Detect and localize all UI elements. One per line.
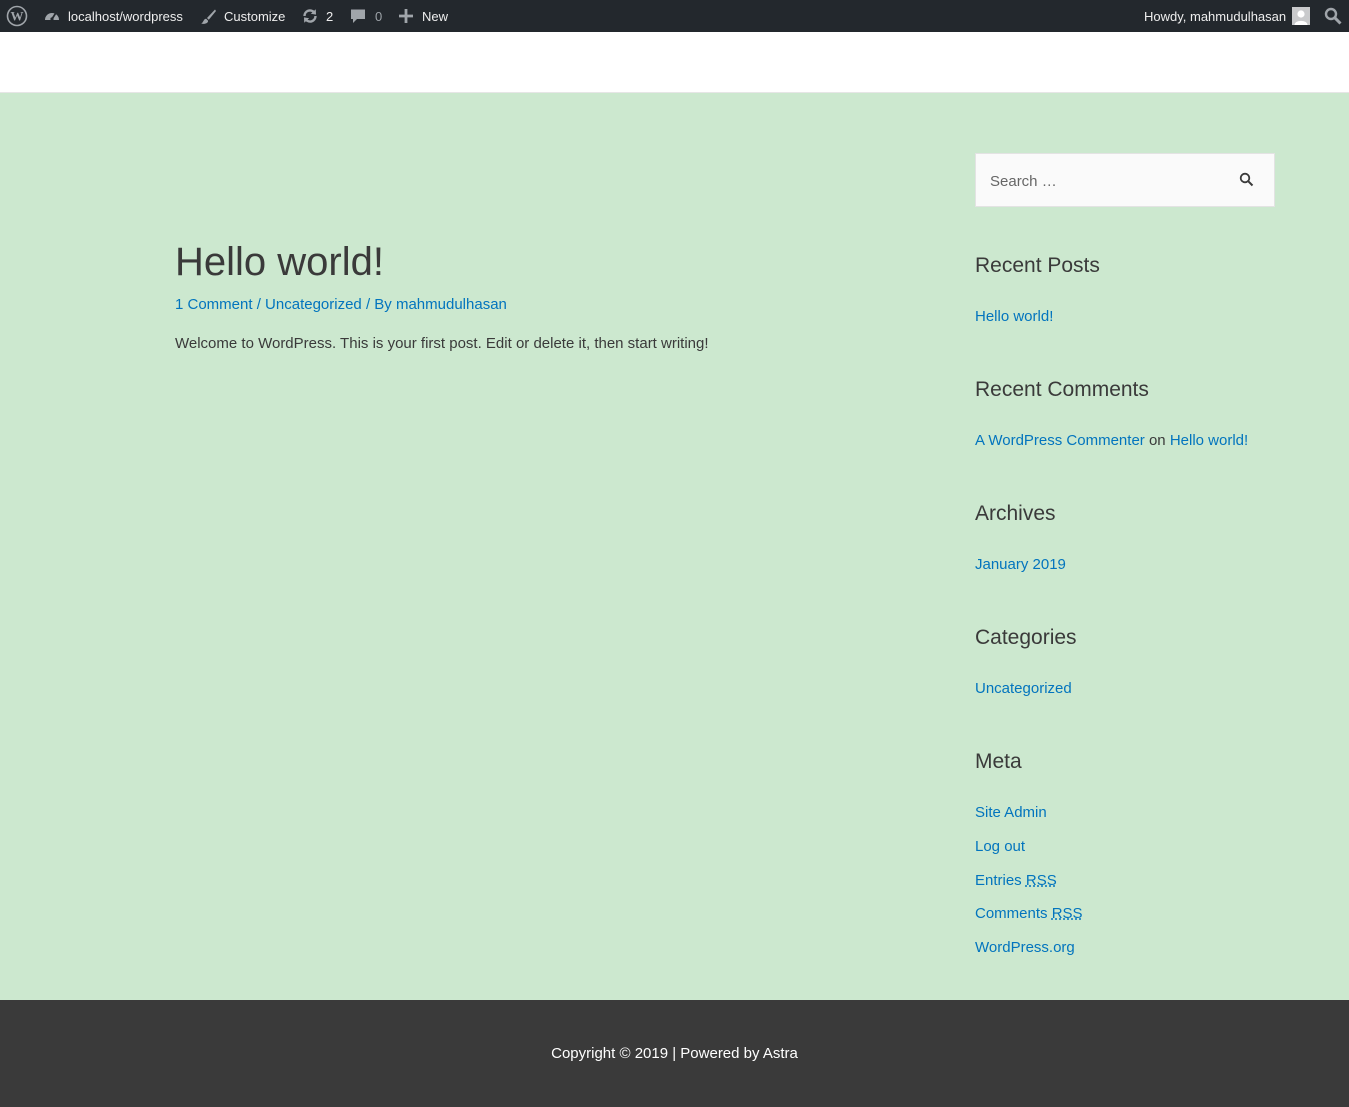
comment-author-link[interactable]: A WordPress Commenter [975, 432, 1145, 449]
categories-title: Categories [975, 626, 1077, 649]
entries-rss-label: Entries [975, 872, 1026, 889]
meta-separator-by: / By [361, 296, 396, 313]
author-link[interactable]: mahmudulhasan [396, 296, 507, 313]
adminbar-search-button[interactable] [1324, 0, 1342, 32]
rss-abbr: RSS [1025, 872, 1057, 889]
updates-count: 2 [326, 8, 334, 24]
archive-link[interactable]: January 2019 [975, 555, 1066, 575]
meta-title: Meta [975, 750, 1022, 773]
site-footer: Copyright © 2019 | Powered by Astra [0, 1000, 1349, 1107]
comments-count-link[interactable]: 1 Comment [175, 296, 253, 313]
comment-on-text: on [1144, 432, 1170, 449]
admin-bar: W localhost/wordpress Customize 2 0 New … [0, 0, 1349, 32]
plus-icon [399, 9, 413, 23]
comments-link[interactable]: 0 [350, 0, 382, 32]
comment-icon [350, 8, 366, 24]
recent-posts-title: Recent Posts [975, 254, 1100, 277]
customize-link[interactable]: Customize [200, 0, 285, 32]
search-icon [1239, 172, 1254, 191]
post-meta: 1 Comment / Uncategorized / By mahmudulh… [175, 295, 507, 315]
meta-separator: / [252, 296, 266, 313]
log-out-link[interactable]: Log out [975, 837, 1025, 857]
entries-rss-link[interactable]: Entries RSS [975, 871, 1057, 891]
astra-link[interactable]: Astra [763, 1045, 798, 1062]
search-icon [1324, 7, 1342, 25]
category-link[interactable]: Uncategorized [265, 296, 362, 313]
site-name-link[interactable]: localhost/wordpress [43, 0, 183, 32]
wordpress-logo-icon: W [6, 5, 28, 27]
svg-text:W: W [11, 9, 24, 24]
avatar-icon [1292, 7, 1311, 25]
comments-rss-link[interactable]: Comments RSS [975, 904, 1083, 924]
comment-post-link[interactable]: Hello world! [1170, 432, 1248, 449]
recent-post-link[interactable]: Hello world! [975, 307, 1053, 327]
search-submit-button[interactable] [1239, 172, 1257, 190]
howdy-label: Howdy, mahmudulhasan [1144, 8, 1287, 24]
updates-icon [301, 7, 319, 25]
footer-copyright: Copyright © 2019 | Powered by Astra [0, 1044, 1349, 1064]
site-name-label: localhost/wordpress [68, 8, 183, 24]
search-form [975, 153, 1275, 207]
copyright-text: Copyright © 2019 | Powered by [551, 1045, 763, 1062]
post-content: Welcome to WordPress. This is your first… [175, 335, 709, 352]
search-input[interactable] [990, 171, 1230, 191]
new-label: New [422, 8, 449, 24]
recent-comments-title: Recent Comments [975, 378, 1149, 401]
rss-abbr: RSS [1051, 905, 1083, 922]
wp-logo-button[interactable]: W [6, 0, 28, 32]
comments-count: 0 [375, 8, 383, 24]
post-title: Hello world! [175, 240, 384, 284]
my-account-link[interactable]: Howdy, mahmudulhasan [1144, 0, 1311, 32]
site-header [0, 32, 1349, 93]
dashboard-icon [43, 7, 61, 25]
archives-title: Archives [975, 502, 1056, 525]
recent-comment-item: A WordPress Commenter on Hello world! [975, 431, 1248, 451]
site-admin-link[interactable]: Site Admin [975, 803, 1047, 823]
comments-rss-label: Comments [975, 905, 1052, 922]
category-widget-link[interactable]: Uncategorized [975, 679, 1072, 699]
updates-link[interactable]: 2 [301, 0, 333, 32]
brush-icon [200, 8, 217, 25]
customize-label: Customize [224, 8, 286, 24]
wordpress-org-link[interactable]: WordPress.org [975, 938, 1075, 958]
new-content-link[interactable]: New [399, 0, 448, 32]
